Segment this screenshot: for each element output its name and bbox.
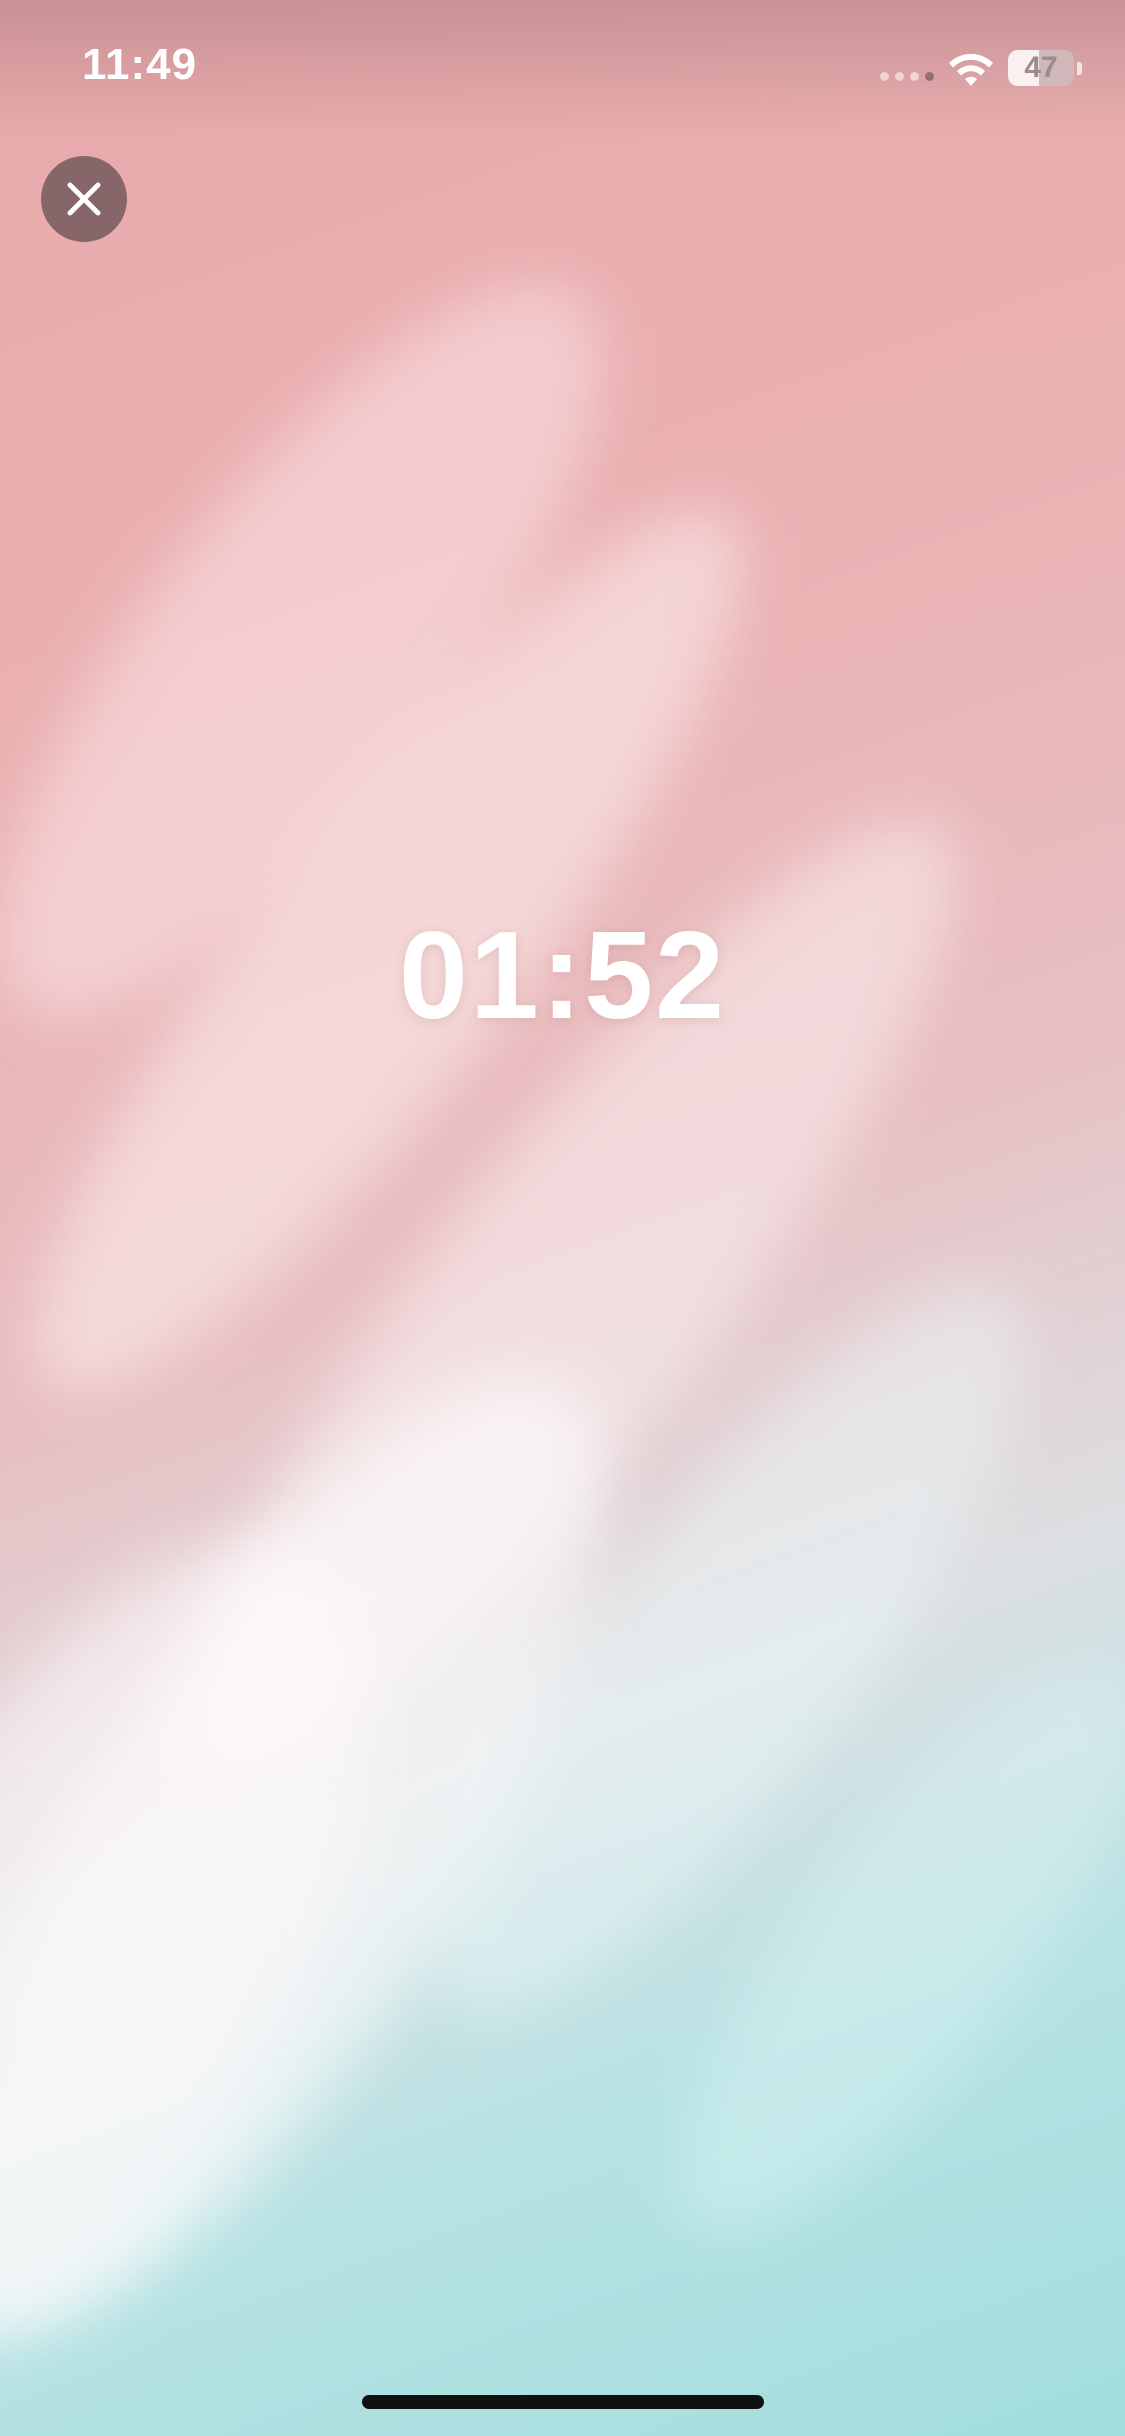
status-time: 11:49 [82, 40, 198, 89]
cellular-signal-icon [880, 72, 934, 81]
close-button[interactable] [41, 156, 127, 242]
screen: 11:49 47 01:52 [0, 0, 1125, 2436]
timer-display: 01:52 [398, 907, 727, 1045]
status-bar: 11:49 47 [0, 0, 1125, 140]
battery-percent: 47 [1024, 51, 1058, 84]
wifi-icon [949, 53, 993, 86]
battery-indicator: 47 [1008, 50, 1074, 86]
home-indicator[interactable] [362, 2395, 764, 2409]
battery-tip [1077, 62, 1082, 75]
close-icon [67, 182, 101, 216]
